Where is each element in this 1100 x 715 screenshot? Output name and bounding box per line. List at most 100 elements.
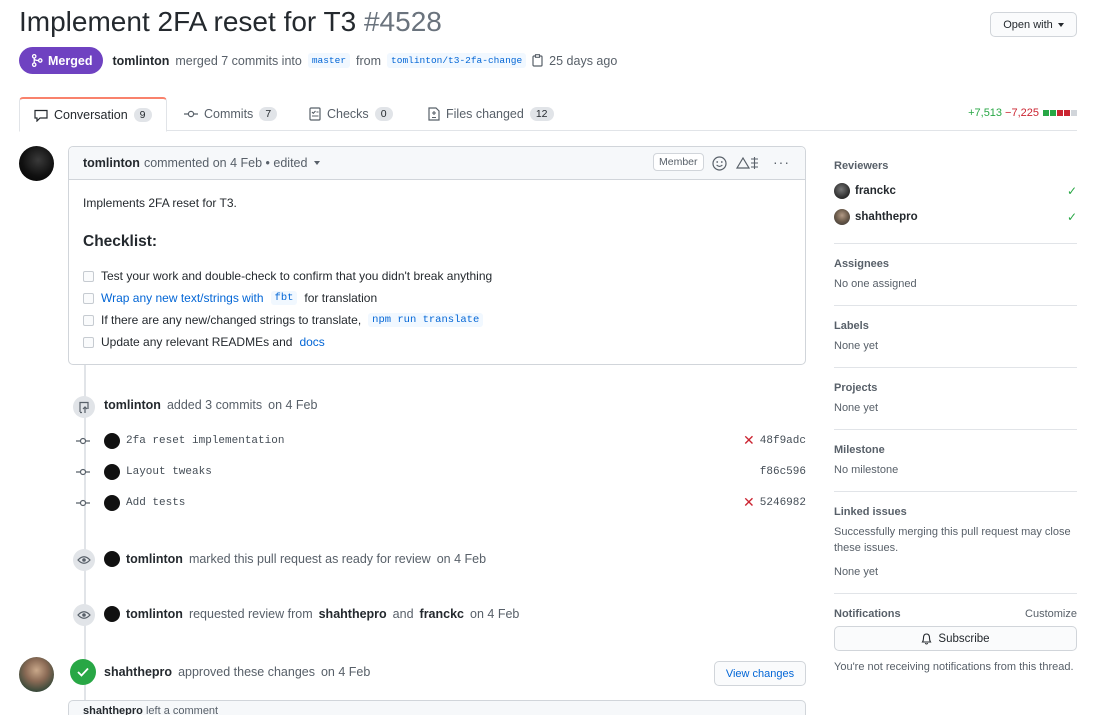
commit-row: Add tests ✕ 5246982	[76, 493, 806, 513]
comment-icon	[34, 109, 48, 122]
tab-commits[interactable]: Commits 7	[184, 97, 278, 131]
commit-sha-group: ✕ 5246982	[743, 495, 806, 511]
sidebar-section-title[interactable]: Labels	[834, 320, 1077, 332]
commit-sha[interactable]: 5246982	[760, 497, 806, 509]
task-checkbox[interactable]	[83, 336, 94, 348]
commit-icon	[184, 110, 198, 118]
event-author[interactable]: shahthepro	[104, 665, 172, 679]
checklist-item-text: If there are any new/changed strings to …	[101, 313, 362, 327]
tab-checks[interactable]: Checks 0	[309, 97, 393, 131]
tab-files-changed[interactable]: Files changed 12	[428, 97, 554, 131]
eye-icon	[77, 611, 91, 619]
docs-link[interactable]: docs	[299, 335, 324, 349]
reviewer-item[interactable]: shahthepro ✓	[834, 204, 1077, 230]
hide-icon[interactable]	[736, 156, 760, 170]
sidebar-section-title[interactable]: Reviewers	[834, 160, 1077, 172]
inline-code: npm run translate	[368, 313, 484, 327]
event-time[interactable]: on 4 Feb	[470, 607, 519, 621]
head-branch[interactable]: tomlinton/t3-2fa-change	[387, 53, 527, 68]
task-checkbox[interactable]	[83, 292, 94, 304]
avatar[interactable]	[104, 551, 120, 567]
sidebar-section-title[interactable]: Linked issues	[834, 506, 1077, 518]
subscribe-button[interactable]: Subscribe	[834, 626, 1077, 651]
commit-sha[interactable]: 48f9adc	[760, 435, 806, 447]
edited-label[interactable]: • edited	[266, 156, 308, 170]
sidebar-section-title[interactable]: Projects	[834, 382, 1077, 394]
base-branch[interactable]: master	[307, 53, 351, 68]
commit-icon	[76, 437, 90, 445]
reviewer-link[interactable]: franckc	[420, 607, 464, 621]
checklist-link[interactable]: Wrap any new text/strings with	[101, 291, 264, 305]
reviewer-item[interactable]: franckc ✓	[834, 178, 1077, 204]
commit-message[interactable]: Add tests	[126, 497, 185, 509]
event-time[interactable]: on 4 Feb	[437, 552, 486, 566]
open-with-button[interactable]: Open with	[990, 12, 1077, 37]
commit-message[interactable]: 2fa reset implementation	[126, 435, 284, 447]
chevron-down-icon[interactable]	[313, 161, 320, 165]
task-checkbox[interactable]	[83, 270, 94, 282]
sidebar-section-title[interactable]: Milestone	[834, 444, 1077, 456]
avatar[interactable]	[104, 495, 120, 511]
clipboard-icon[interactable]	[532, 54, 543, 67]
tab-label: Checks	[327, 107, 369, 121]
push-event-badge	[73, 396, 95, 418]
checklist-icon	[309, 107, 321, 121]
tab-counter: 12	[529, 107, 554, 121]
review-request-badge	[73, 604, 95, 626]
reviewer-name[interactable]: shahthepro	[855, 211, 918, 223]
event-author[interactable]: tomlinton	[126, 607, 183, 621]
view-changes-button[interactable]: View changes	[714, 661, 806, 686]
commit-sha[interactable]: f86c596	[760, 466, 806, 478]
ready-event-badge	[73, 549, 95, 571]
customize-link[interactable]: Customize	[1025, 608, 1077, 620]
review-request-event: tomlinton requested review from shahthep…	[104, 606, 519, 622]
task-checkbox[interactable]	[83, 314, 94, 326]
event-action: added 3 commits	[166, 398, 263, 412]
event-action: marked this pull request as ready for re…	[188, 552, 431, 566]
repo-push-icon	[79, 401, 89, 413]
avatar[interactable]	[104, 433, 120, 449]
sidebar-section-title[interactable]: Assignees	[834, 258, 1077, 270]
commit-row: 2fa reset implementation ✕ 48f9adc	[76, 431, 806, 451]
reviewer-name[interactable]: franckc	[855, 185, 896, 197]
chevron-down-icon	[1057, 22, 1064, 27]
reviewer-link[interactable]: shahthepro	[319, 607, 387, 621]
checklist-item: Wrap any new text/strings with fbt for t…	[83, 287, 791, 309]
avatar[interactable]	[19, 657, 54, 692]
merged-text: merged 7 commits into	[175, 53, 302, 68]
sidebar: Reviewers franckc ✓ shahthepro ✓ Assigne…	[834, 146, 1077, 688]
avatar[interactable]	[19, 146, 54, 181]
avatar[interactable]	[104, 464, 120, 480]
pr-number: #4528	[363, 6, 442, 37]
next-comment-header: shahthepro left a comment	[68, 700, 806, 715]
bell-icon	[921, 633, 932, 645]
check-icon	[77, 667, 89, 677]
sidebar-value: None yet	[834, 340, 879, 352]
author-link[interactable]: tomlinton	[112, 54, 169, 68]
checklist-item-text: for translation	[304, 291, 378, 305]
avatar[interactable]	[104, 606, 120, 622]
sidebar-value: No milestone	[834, 464, 899, 476]
emoji-icon[interactable]	[712, 156, 727, 171]
tab-conversation[interactable]: Conversation 9	[19, 97, 167, 132]
x-icon[interactable]: ✕	[743, 495, 755, 511]
x-icon[interactable]: ✕	[743, 433, 755, 449]
commit-message[interactable]: Layout tweaks	[126, 466, 212, 478]
additions-count: +7,513	[968, 107, 1003, 119]
comment-author[interactable]: tomlinton	[83, 156, 140, 170]
more-options-icon[interactable]: ···	[773, 154, 790, 170]
commit-sha-group: ✕ 48f9adc	[743, 433, 806, 449]
linked-issues-description: Successfully merging this pull request m…	[834, 526, 1071, 554]
tab-label: Conversation	[54, 108, 128, 122]
event-time[interactable]: on 4 Feb	[321, 665, 370, 679]
merged-label: Merged	[48, 53, 93, 68]
sidebar-milestone: Milestone No milestone	[834, 430, 1077, 492]
event-author[interactable]: tomlinton	[104, 398, 161, 412]
event-time[interactable]: on 4 Feb	[268, 398, 317, 412]
comment-author[interactable]: shahthepro	[83, 705, 143, 715]
subscribe-label: Subscribe	[938, 632, 990, 645]
sidebar-reviewers: Reviewers franckc ✓ shahthepro ✓	[834, 146, 1077, 244]
avatar	[834, 183, 850, 199]
event-author[interactable]: tomlinton	[126, 552, 183, 566]
checklist-item: Update any relevant READMEs and docs	[83, 331, 791, 353]
